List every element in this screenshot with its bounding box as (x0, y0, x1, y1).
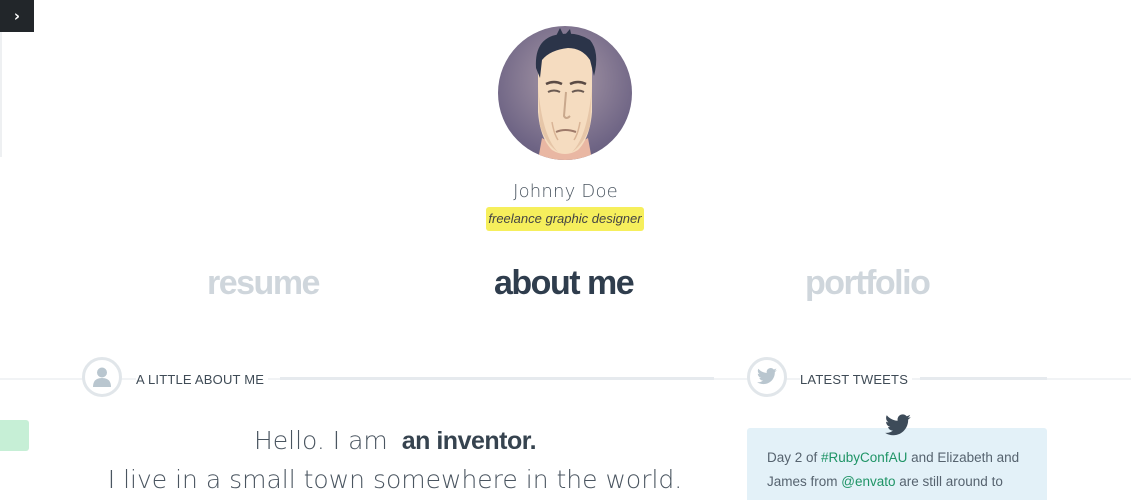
user-icon (82, 357, 122, 397)
tweet-text-3: are still around to (895, 474, 1003, 489)
about-section-rule (280, 377, 714, 380)
twitter-bird-icon (885, 414, 911, 436)
sidebar-edge (0, 32, 2, 157)
tweet-text-1: Day 2 of (767, 450, 822, 465)
avatar (498, 26, 632, 160)
tweet-mention-link[interactable]: @envato (841, 474, 895, 489)
intro-line-2: I live in a small town somewhere in the … (107, 465, 683, 494)
tweet-hashtag-link[interactable]: #RubyConfAU (821, 450, 907, 465)
sidebar-toggle-button[interactable]: › (0, 0, 34, 32)
tweets-section-title: LATEST TWEETS (800, 372, 913, 387)
nav-tab-about-me[interactable]: about me (494, 264, 635, 303)
nav-tab-resume[interactable]: resume (207, 264, 320, 303)
profile-name: Johnny Doe (513, 181, 618, 202)
profile-role-badge: freelance graphic designer (486, 207, 644, 231)
about-section-title: A LITTLE ABOUT ME (136, 372, 269, 387)
nav-tab-portfolio[interactable]: portfolio (805, 264, 931, 303)
intro-line-1: Hello. I am an inventor. (0, 426, 790, 456)
intro-prefix: Hello. I am (253, 426, 388, 455)
intro-highlight: an inventor. (401, 427, 537, 455)
twitter-bird-icon (747, 357, 787, 397)
chevron-right-icon: › (13, 7, 21, 25)
tweets-section-rule (920, 377, 1047, 380)
